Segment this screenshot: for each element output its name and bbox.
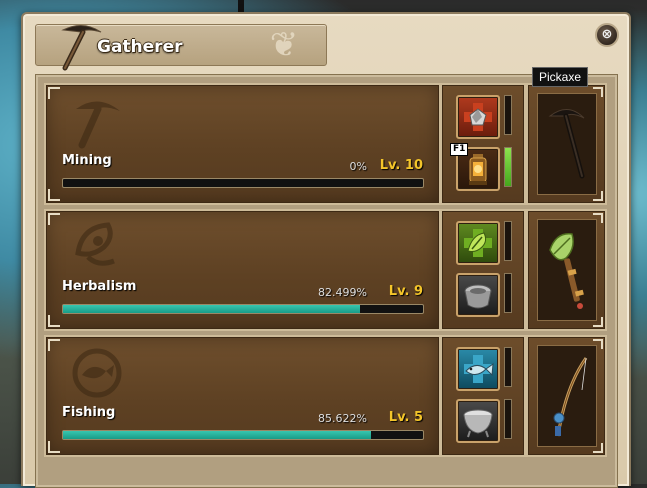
- frame-corner: [48, 441, 60, 453]
- action-slots: F1: [440, 83, 526, 205]
- pickaxe-icon: [76, 101, 120, 149]
- action-slots: [440, 335, 526, 457]
- pickaxe-icon: [548, 109, 585, 179]
- tooltip: Pickaxe: [532, 67, 589, 87]
- cooking-pot-icon[interactable]: [456, 399, 500, 443]
- profession-name: Fishing: [62, 405, 116, 420]
- frame-corner: [48, 315, 60, 327]
- profession-level: Lv. 5: [388, 410, 423, 425]
- progress-fill: [63, 305, 360, 313]
- profession-row-herbalism: Herbalism 82.499% Lv. 9: [44, 209, 607, 331]
- hotkey-label: F1: [450, 143, 469, 156]
- progress-bar: [62, 430, 424, 440]
- progress-percent: 0%: [349, 160, 367, 173]
- frame-corner: [48, 339, 60, 351]
- action-slot-indicator-active: [504, 147, 512, 187]
- herb-leaf-icon: [75, 222, 115, 266]
- progress-bar: [62, 304, 424, 314]
- profession-panel: Mining 0% Lv. 10: [44, 83, 441, 205]
- action-slots: [440, 209, 526, 331]
- herb-node-icon[interactable]: [456, 221, 500, 265]
- frame-corner: [48, 189, 60, 201]
- profession-level: Lv. 10: [379, 158, 423, 173]
- progress-fill: [63, 431, 372, 439]
- action-slot-indicator: [504, 347, 512, 387]
- action-slot-indicator: [504, 221, 512, 261]
- tool-slot[interactable]: [526, 335, 607, 457]
- frame-corner: [48, 213, 60, 225]
- fishing-rod-icon: [553, 357, 588, 437]
- progress-percent: 85.622%: [318, 412, 367, 425]
- fish-node-icon[interactable]: [456, 347, 500, 391]
- profession-row-fishing: Fishing 85.622% Lv. 5: [44, 335, 607, 457]
- window-title: Gatherer: [97, 37, 183, 57]
- tool-frame: [537, 345, 597, 447]
- close-button[interactable]: ⊗: [595, 23, 619, 47]
- profession-level: Lv. 9: [388, 284, 423, 299]
- tool-slot[interactable]: [526, 83, 607, 205]
- frame-corner: [48, 87, 60, 99]
- action-slot-indicator: [504, 273, 512, 313]
- professions-container: Mining 0% Lv. 10 F1 Herbalism 82.499% Lv…: [35, 74, 618, 488]
- tool-frame: [537, 219, 597, 321]
- herb-sickle-icon: [549, 233, 584, 309]
- tool-frame: [537, 93, 597, 195]
- action-slot-indicator: [504, 95, 512, 135]
- profession-row-mining: Mining 0% Lv. 10 F1: [44, 83, 607, 205]
- fish-icon: [72, 348, 122, 398]
- progress-bar: [62, 178, 424, 188]
- herb-pot-icon[interactable]: [456, 273, 500, 317]
- profession-panel: Fishing 85.622% Lv. 5: [44, 335, 441, 457]
- ore-node-icon[interactable]: [456, 95, 500, 139]
- profession-name: Mining: [62, 153, 112, 168]
- title-ornament-icon: ❦: [269, 25, 299, 65]
- action-slot-indicator: [504, 399, 512, 439]
- progress-percent: 82.499%: [318, 286, 367, 299]
- profession-panel: Herbalism 82.499% Lv. 9: [44, 209, 441, 331]
- tool-slot[interactable]: [526, 209, 607, 331]
- profession-name: Herbalism: [62, 279, 137, 294]
